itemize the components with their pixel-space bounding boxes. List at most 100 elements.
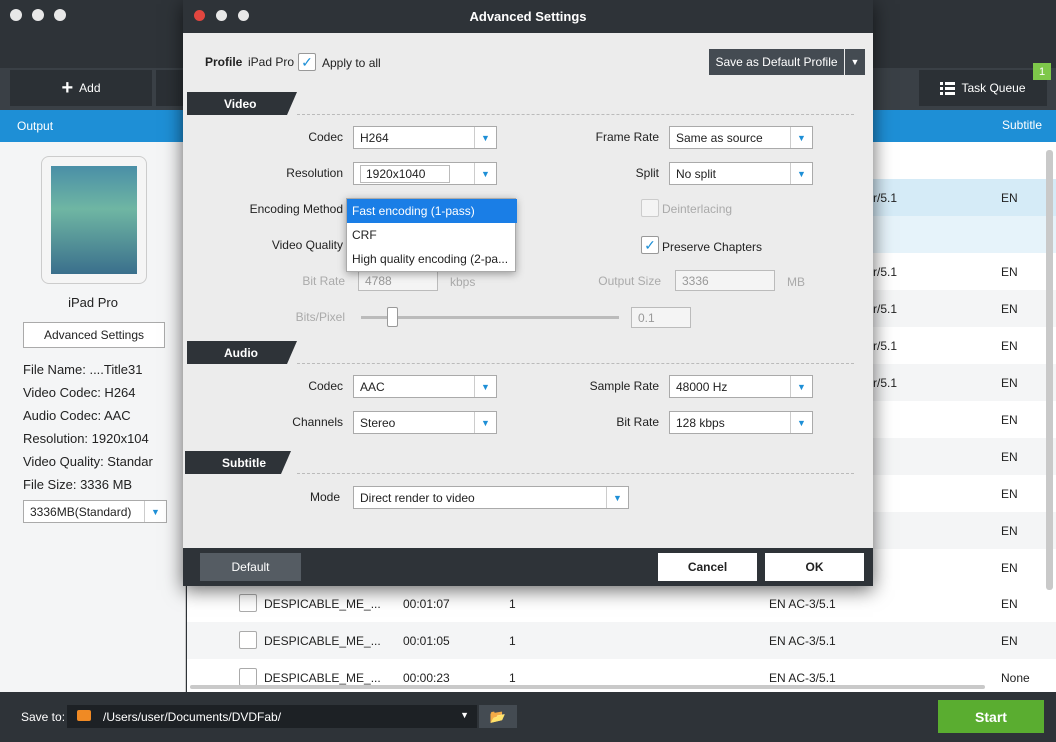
sample-rate-label: Sample Rate: [589, 379, 659, 393]
zoom-window-button[interactable]: [54, 9, 66, 21]
row-audio: r/5.1: [873, 265, 898, 279]
encoding-option-fast[interactable]: Fast encoding (1-pass): [347, 199, 517, 223]
row-chapters: 1: [509, 671, 516, 685]
row-checkbox[interactable]: [239, 631, 257, 649]
output-size-label: Output Size: [598, 274, 661, 288]
task-queue-button[interactable]: Task Queue: [919, 70, 1047, 106]
ok-button[interactable]: OK: [765, 553, 864, 581]
frame-rate-value: Same as source: [676, 131, 763, 145]
subtitle-column-header[interactable]: Subtitle: [1002, 118, 1042, 132]
row-audio: r/5.1: [873, 339, 898, 353]
chevron-down-icon[interactable]: ▼: [474, 127, 496, 148]
video-codec-label: Codec: [308, 130, 343, 144]
output-size-select[interactable]: 3336MB(Standard) ▼: [23, 500, 167, 523]
table-row[interactable]: DESPICABLE_ME_... 00:01:07 1 EN AC-3/5.1…: [187, 585, 1056, 622]
subtitle-section-header: Subtitle: [185, 451, 291, 474]
channels-value: Stereo: [360, 416, 396, 430]
chevron-down-icon[interactable]: ▼: [474, 376, 496, 397]
row-title: DESPICABLE_ME_...: [264, 671, 381, 685]
resolution-value[interactable]: 1920x1040: [360, 165, 450, 183]
encoding-option-crf[interactable]: CRF: [347, 223, 517, 247]
apply-to-all-label: Apply to all: [322, 56, 381, 70]
toolbar-button-hidden[interactable]: [156, 70, 186, 106]
open-folder-icon: 📂: [489, 709, 507, 724]
info-video-codec: Video Codec: H264: [23, 385, 136, 400]
bits-pixel-label: Bits/Pixel: [295, 310, 345, 324]
chevron-down-icon[interactable]: ▼: [474, 412, 496, 433]
row-subtitle: EN: [1001, 191, 1018, 205]
dialog-close-button[interactable]: [194, 10, 205, 21]
audio-codec-select[interactable]: AAC ▼: [353, 375, 497, 398]
frame-rate-select[interactable]: Same as source ▼: [669, 126, 813, 149]
row-checkbox[interactable]: [239, 668, 257, 686]
divider: [297, 473, 854, 474]
deinterlacing-label: Deinterlacing: [662, 202, 733, 216]
dialog-minimize-button[interactable]: [216, 10, 227, 21]
channels-label: Channels: [292, 415, 343, 429]
subtitle-mode-select[interactable]: Direct render to video ▼: [353, 486, 629, 509]
row-subtitle: EN: [1001, 597, 1018, 611]
default-button[interactable]: Default: [200, 553, 301, 581]
preserve-chapters-checkbox[interactable]: ✓: [641, 236, 659, 254]
chevron-down-icon[interactable]: ▼: [474, 163, 496, 184]
chevron-down-icon[interactable]: ▼: [790, 163, 812, 184]
dialog-zoom-button[interactable]: [238, 10, 249, 21]
add-button[interactable]: + Add: [10, 70, 152, 106]
channels-select[interactable]: Stereo ▼: [353, 411, 497, 434]
row-duration: 00:01:05: [403, 634, 450, 648]
encoding-method-dropdown: Fast encoding (1-pass) CRF High quality …: [346, 198, 517, 272]
bits-pixel-slider-handle[interactable]: [386, 307, 398, 327]
info-audio-codec: Audio Codec: AAC: [23, 408, 131, 423]
list-icon: [940, 81, 956, 95]
row-subtitle: EN: [1001, 487, 1018, 501]
divider: [297, 114, 854, 115]
start-button[interactable]: Start: [938, 700, 1044, 733]
plus-icon: +: [61, 77, 74, 99]
video-section-header: Video: [187, 92, 297, 115]
row-subtitle: None: [1001, 671, 1030, 685]
deinterlacing-checkbox[interactable]: [641, 199, 659, 217]
row-checkbox[interactable]: [239, 594, 257, 612]
save-path-select[interactable]: /Users/user/Documents/DVDFab/ ▼: [67, 705, 477, 728]
chevron-down-icon[interactable]: ▼: [790, 127, 812, 148]
advanced-settings-button[interactable]: Advanced Settings: [23, 322, 165, 348]
mode-label: Mode: [309, 490, 340, 504]
row-audio: r/5.1: [873, 302, 898, 316]
chevron-down-icon[interactable]: ▼: [606, 487, 628, 508]
resolution-select[interactable]: 1920x1040 ▼: [353, 162, 497, 185]
bit-rate-input[interactable]: 4788: [358, 270, 438, 291]
chevron-down-icon[interactable]: ▼: [790, 412, 812, 433]
horizontal-scrollbar[interactable]: [190, 685, 985, 689]
output-size-value: 3336MB(Standard): [30, 505, 132, 519]
bits-pixel-slider[interactable]: [361, 316, 619, 319]
row-subtitle: EN: [1001, 450, 1018, 464]
chevron-down-icon[interactable]: ▼: [144, 501, 166, 522]
row-duration: 00:01:07: [403, 597, 450, 611]
video-codec-select[interactable]: H264 ▼: [353, 126, 497, 149]
sample-rate-select[interactable]: 48000 Hz ▼: [669, 375, 813, 398]
encoding-method-label: Encoding Method: [249, 202, 343, 216]
encoding-option-high-quality[interactable]: High quality encoding (2-pa...: [347, 247, 517, 271]
save-default-dropdown-button[interactable]: ▼: [845, 49, 865, 75]
bit-rate-unit: kbps: [450, 275, 476, 289]
row-chapters: 1: [509, 597, 516, 611]
row-duration: 00:00:23: [403, 671, 450, 685]
save-default-profile-button[interactable]: Save as Default Profile: [709, 49, 844, 75]
minimize-window-button[interactable]: [32, 9, 44, 21]
browse-folder-button[interactable]: 📂: [479, 705, 517, 728]
audio-codec-value: AAC: [360, 380, 385, 394]
split-select[interactable]: No split ▼: [669, 162, 813, 185]
table-row[interactable]: DESPICABLE_ME_... 00:01:05 1 EN AC-3/5.1…: [187, 622, 1056, 659]
close-window-button[interactable]: [10, 9, 22, 21]
audio-bit-rate-select[interactable]: 128 kbps ▼: [669, 411, 813, 434]
bits-pixel-input[interactable]: 0.1: [631, 307, 691, 328]
row-audio: r/5.1: [873, 376, 898, 390]
output-size-input[interactable]: 3336: [675, 270, 775, 291]
row-subtitle: EN: [1001, 413, 1018, 427]
apply-to-all-checkbox[interactable]: ✓: [298, 53, 316, 71]
save-path-value: /Users/user/Documents/DVDFab/: [103, 710, 282, 724]
chevron-down-icon[interactable]: ▼: [460, 710, 469, 720]
vertical-scrollbar[interactable]: [1046, 150, 1053, 590]
cancel-button[interactable]: Cancel: [658, 553, 757, 581]
chevron-down-icon[interactable]: ▼: [790, 376, 812, 397]
